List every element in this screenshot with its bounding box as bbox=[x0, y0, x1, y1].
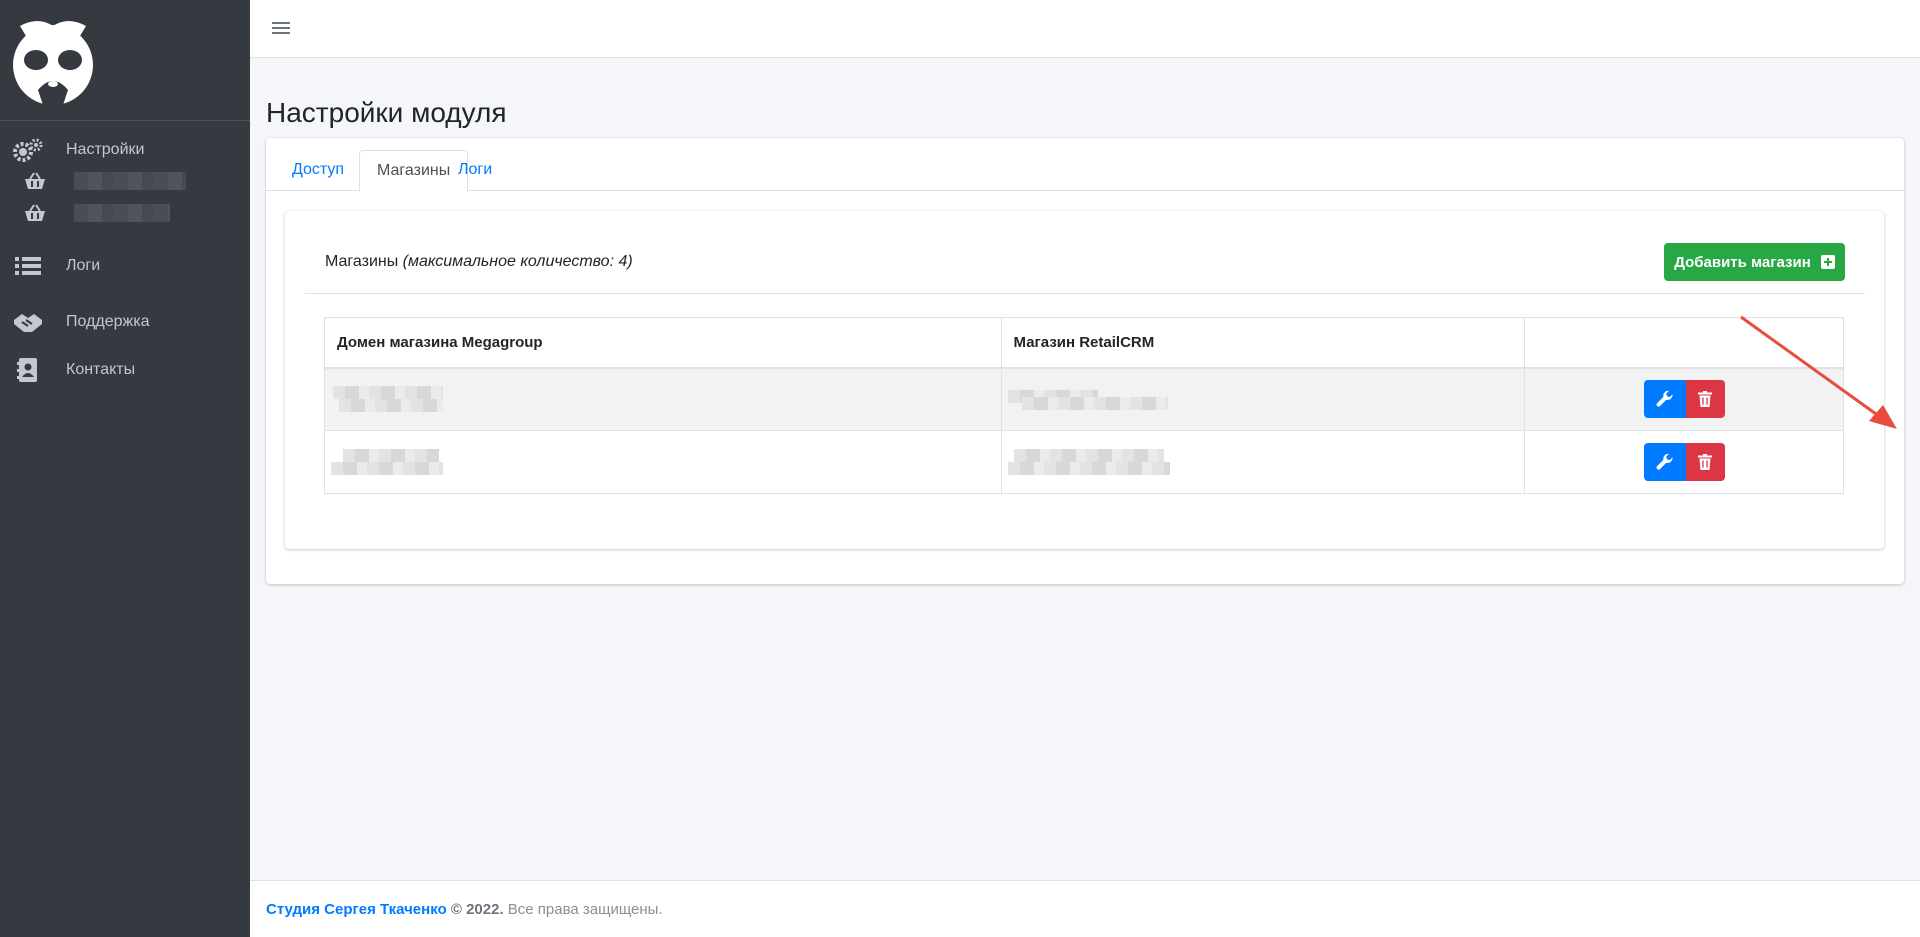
plus-square-icon bbox=[1820, 255, 1835, 269]
stores-table: Домен магазина Megagroup Магазин RetailC… bbox=[324, 317, 1844, 494]
row-actions bbox=[1531, 443, 1837, 481]
wrench-icon bbox=[1656, 453, 1673, 470]
sidebar-item-label: Логи bbox=[66, 257, 101, 274]
column-header-actions bbox=[1524, 317, 1844, 369]
tab-access[interactable]: Доступ bbox=[275, 150, 361, 192]
stores-title-text: Магазины bbox=[325, 253, 399, 270]
row-actions bbox=[1531, 380, 1837, 419]
sidebar-item-label: Поддержка bbox=[66, 313, 150, 330]
cell-domain bbox=[324, 367, 1002, 431]
stores-panel: Магазины (максимальное количество: 4) До… bbox=[285, 211, 1884, 549]
hamburger-menu-icon[interactable] bbox=[272, 19, 290, 37]
store-name-redacted bbox=[74, 204, 170, 222]
column-header-domain: Домен магазина Megagroup bbox=[324, 317, 1002, 369]
sidebar-item-label: Настройки bbox=[66, 141, 145, 158]
main-content: Настройки модуля Доступ Магазины Логи Ма… bbox=[250, 58, 1920, 880]
cell-retailcrm bbox=[1000, 367, 1526, 431]
rights-text: Все права защищены. bbox=[507, 901, 663, 918]
bear-logo-icon bbox=[13, 21, 93, 105]
sidebar-subitem-store-1[interactable] bbox=[0, 165, 250, 197]
cell-domain bbox=[324, 430, 1002, 494]
studio-link[interactable]: Студия Сергея Ткаченко bbox=[266, 901, 447, 918]
delete-store-button[interactable] bbox=[1685, 380, 1725, 419]
brand[interactable] bbox=[0, 0, 250, 121]
sidebar-item-label: Контакты bbox=[66, 361, 136, 378]
retailcrm-redacted bbox=[1007, 449, 1519, 475]
sidebar-item-logs[interactable]: Логи bbox=[0, 251, 250, 281]
tab-bar: Доступ Магазины Логи bbox=[266, 138, 1904, 192]
cell-actions bbox=[1524, 430, 1844, 494]
footer: Студия Сергея Ткаченко © 2022. Все права… bbox=[250, 880, 1920, 937]
stores-limit: (максимальное количество: 4) bbox=[402, 253, 633, 270]
address-book-icon bbox=[12, 357, 44, 383]
topbar bbox=[250, 0, 1920, 58]
copyright-year: © 2022. bbox=[450, 901, 504, 918]
page-title: Настройки модуля bbox=[266, 97, 507, 128]
domain-redacted bbox=[331, 386, 995, 413]
settings-card: Доступ Магазины Логи Магазины (максималь… bbox=[266, 138, 1904, 584]
wrench-icon bbox=[1656, 390, 1673, 407]
trash-icon bbox=[1698, 454, 1713, 470]
sidebar-subitem-store-2[interactable] bbox=[0, 197, 250, 229]
delete-store-button[interactable] bbox=[1685, 443, 1725, 481]
trash-icon bbox=[1698, 391, 1713, 408]
stores-title: Магазины (максимальное количество: 4) bbox=[325, 253, 633, 271]
sidebar-item-settings[interactable]: Настройки bbox=[0, 135, 250, 165]
edit-store-button[interactable] bbox=[1643, 380, 1686, 419]
cell-actions bbox=[1524, 367, 1844, 431]
table-row bbox=[324, 367, 1844, 431]
domain-redacted bbox=[331, 449, 995, 475]
sidebar-item-contacts[interactable]: Контакты bbox=[0, 355, 250, 385]
table-row bbox=[324, 430, 1844, 494]
basket-icon bbox=[22, 202, 48, 224]
sidebar-item-support[interactable]: Поддержка bbox=[0, 307, 250, 337]
stores-header: Магазины (максимальное количество: 4) До… bbox=[305, 211, 1865, 294]
column-header-retailcrm: Магазин RetailCRM bbox=[1000, 317, 1526, 369]
edit-store-button[interactable] bbox=[1643, 443, 1686, 481]
add-store-button[interactable]: Добавить магазин bbox=[1664, 243, 1845, 281]
handshake-icon bbox=[12, 309, 44, 335]
add-store-label: Добавить магазин bbox=[1674, 253, 1811, 271]
list-icon bbox=[12, 253, 44, 279]
retailcrm-redacted bbox=[1007, 386, 1519, 412]
gears-icon bbox=[12, 137, 44, 163]
basket-icon bbox=[22, 170, 48, 192]
cell-retailcrm bbox=[1000, 430, 1526, 494]
sidebar: Настройки Логи Поддержка Контакты bbox=[0, 0, 250, 937]
store-name-redacted bbox=[74, 172, 186, 190]
tab-logs[interactable]: Логи bbox=[441, 150, 509, 192]
